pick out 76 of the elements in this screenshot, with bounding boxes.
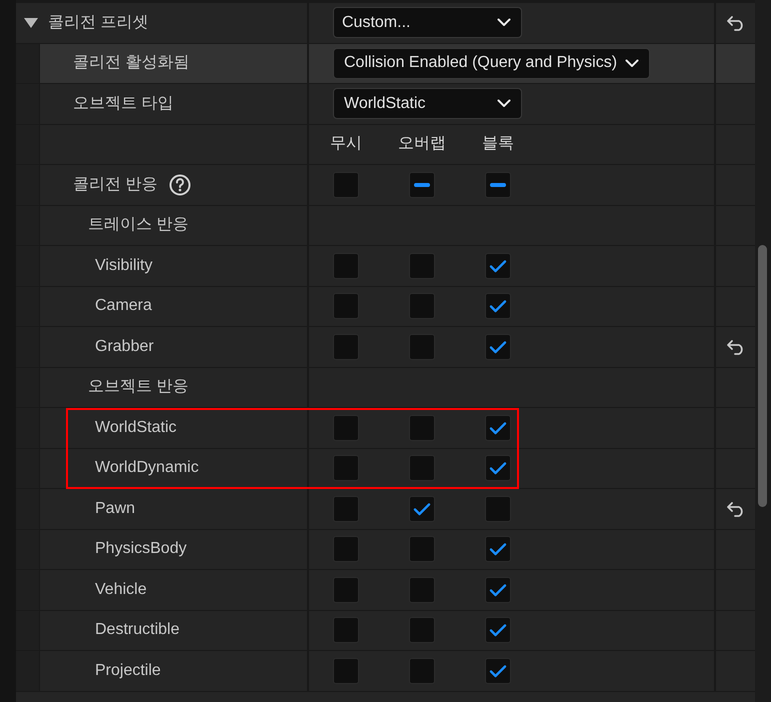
property-label: WorldDynamic [95,458,199,478]
reset-arrow-icon[interactable] [726,14,746,31]
checkbox[interactable] [409,658,435,684]
checkbox[interactable] [333,172,359,198]
checkbox[interactable] [409,536,435,562]
checkbox[interactable] [333,414,359,441]
property-label: WorldStatic [95,418,177,438]
checkbox[interactable] [485,455,511,482]
column-header: 무시 [330,134,362,154]
property-label: 콜리전 활성화됨 [73,53,190,74]
checkbox[interactable] [485,252,511,279]
checkmark-icon [489,258,507,273]
checkbox[interactable] [485,496,511,522]
checkmark-icon [489,582,507,597]
checkbox[interactable] [485,293,511,320]
dash-icon [414,182,430,187]
checkbox[interactable] [485,658,511,684]
checkmark-icon [489,340,507,354]
checkbox[interactable] [485,536,511,562]
checkbox[interactable] [333,658,359,684]
checkbox[interactable] [333,293,359,320]
checkbox[interactable] [409,252,435,279]
checkbox[interactable] [409,617,435,644]
checkbox[interactable] [333,334,359,360]
category-label: 오브젝트 반응 [88,377,188,398]
help-icon[interactable] [169,174,192,196]
checkbox[interactable] [409,576,435,603]
dropdown[interactable]: Custom... [333,7,522,38]
property-label: Camera [95,296,152,316]
checkbox[interactable] [333,455,359,482]
checkbox[interactable] [409,414,435,441]
dropdown[interactable]: Collision Enabled (Query and Physics) [333,48,650,79]
checkmark-icon [489,542,507,556]
property-label: 콜리전 프리셋 [48,12,148,33]
checkbox[interactable] [333,252,359,279]
property-label: 오브젝트 타입 [73,94,174,114]
checkmark-icon [489,420,507,435]
checkbox[interactable] [409,455,435,482]
checkbox[interactable] [485,172,511,198]
checkmark-icon [413,502,431,516]
column-header: 블록 [482,134,514,154]
checkbox[interactable] [409,172,435,198]
checkbox[interactable] [333,617,359,644]
reset-arrow-icon[interactable] [726,338,746,355]
checkbox[interactable] [485,617,511,644]
property-label: Visibility [95,256,152,276]
property-label: Destructible [95,620,180,640]
checkbox[interactable] [485,576,511,603]
chevron-down-icon [497,99,511,108]
checkbox[interactable] [333,536,359,562]
property-label: Pawn [95,498,136,519]
checkbox[interactable] [333,496,359,522]
chevron-down-icon [625,58,640,68]
checkbox[interactable] [409,496,435,522]
scrollbar-thumb[interactable] [758,245,767,507]
checkmark-icon [489,664,507,678]
checkbox[interactable] [409,334,435,360]
checkmark-icon [489,299,507,314]
expand-triangle-icon[interactable] [24,18,38,28]
chevron-down-icon [497,18,511,28]
dropdown[interactable]: WorldStatic [333,88,522,120]
column-header: 오버랩 [398,134,446,154]
property-label: Grabber [95,336,154,357]
checkmark-icon [489,461,507,476]
checkbox[interactable] [485,414,511,441]
checkbox[interactable] [409,293,435,320]
dash-icon [490,182,506,187]
property-label: Vehicle [95,580,147,600]
checkmark-icon [489,623,507,638]
checkbox[interactable] [333,576,359,603]
property-label: 콜리전 반응 [73,174,158,195]
property-label: Projectile [95,660,161,681]
checkbox[interactable] [485,334,511,360]
reset-arrow-icon[interactable] [726,500,746,517]
category-label: 트레이스 반응 [88,215,188,236]
property-label: PhysicsBody [95,539,187,560]
